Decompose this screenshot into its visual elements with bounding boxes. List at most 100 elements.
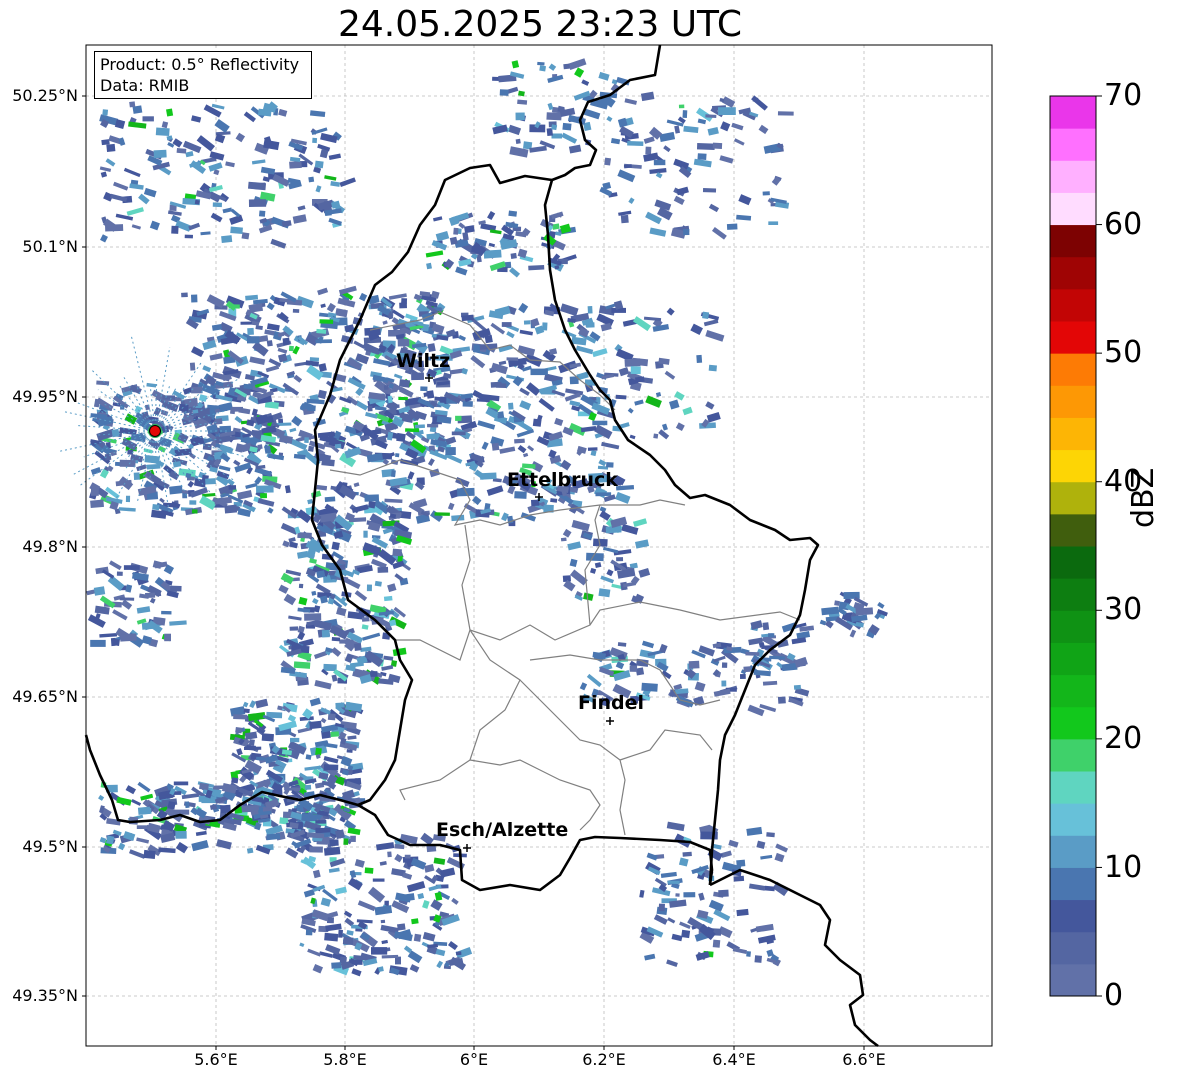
echo-pixel <box>305 754 312 760</box>
colorbar-bin <box>1050 835 1096 868</box>
echo-pixel <box>392 548 402 557</box>
city-label-wiltz: Wiltz <box>396 350 451 372</box>
echo-pixel <box>395 453 400 458</box>
lat-label: 49.35°N <box>12 986 78 1005</box>
echo-pixel <box>390 469 396 478</box>
colorbar <box>1049 95 1102 997</box>
echo-pixel <box>700 831 718 840</box>
echo-pixel <box>768 221 779 225</box>
echo-pixel <box>681 929 691 939</box>
echo-pixel <box>675 893 680 897</box>
echo-pixel <box>427 423 439 428</box>
echo-pixel <box>282 337 290 346</box>
echo-pixel <box>414 424 425 429</box>
echo-pixel <box>528 264 545 271</box>
colorbar-bin <box>1050 224 1096 258</box>
echo-pixel <box>304 784 312 790</box>
echo-pixel <box>123 565 140 570</box>
colorbar-bin <box>1050 385 1096 418</box>
echo-pixel <box>331 962 342 969</box>
echo-pixel <box>181 292 188 298</box>
echo-pixel <box>316 328 327 334</box>
echo-pixel <box>309 720 322 730</box>
echo-pixel <box>515 138 521 144</box>
echo-pixel <box>199 782 209 791</box>
echo-pixel <box>91 488 99 496</box>
echo-pixel <box>307 445 315 452</box>
echo-pixel <box>420 386 428 392</box>
echo-pixel <box>324 932 339 942</box>
echo-pixel <box>233 714 248 720</box>
echo-pixel <box>110 637 116 647</box>
colorbar-bin <box>1050 738 1096 772</box>
echo-pixel <box>292 308 300 313</box>
echo-pixel <box>721 680 727 687</box>
echo-pixel <box>539 65 547 72</box>
echo-pixel <box>105 835 115 845</box>
echo-pixel <box>678 104 685 109</box>
echo-pixel <box>743 666 751 673</box>
echo-pixel <box>378 966 384 972</box>
echo-pixel <box>380 919 386 924</box>
echo-pixel <box>261 733 274 742</box>
echo-pixel <box>338 929 343 938</box>
echo-pixel <box>178 403 189 412</box>
echo-pixel <box>377 566 389 573</box>
echo-pixel <box>517 99 528 105</box>
echo-pixel <box>653 159 666 166</box>
echo-pixel <box>499 89 509 96</box>
echo-pixel <box>705 114 717 118</box>
echo-pixel <box>615 394 627 400</box>
colorbar-bin <box>1050 288 1096 322</box>
echo-pixel <box>530 368 548 376</box>
colorbar-tick-label: 0 <box>1104 978 1124 1013</box>
echo-pixel <box>231 406 243 412</box>
echo-pixel <box>255 756 266 761</box>
echo-pixel <box>514 438 525 444</box>
echo-pixel <box>793 684 801 690</box>
data-source-text: Data: RMIB <box>100 76 190 95</box>
echo-pixel <box>318 363 327 372</box>
colorbar-bin <box>1050 706 1096 740</box>
echo-pixel <box>221 235 233 243</box>
echo-pixel <box>306 405 316 412</box>
echo-pixel <box>297 532 312 539</box>
echo-pixel <box>323 764 339 771</box>
colorbar-tick-label: 30 <box>1104 592 1143 627</box>
echo-pixel <box>495 383 507 388</box>
echo-pixel <box>309 357 320 362</box>
echo-pixel <box>762 191 770 196</box>
echo-pixel <box>434 396 444 402</box>
echo-pixel <box>515 112 525 121</box>
echo-pixel <box>641 682 658 692</box>
echo-pixel <box>367 501 376 509</box>
echo-pixel <box>142 116 154 122</box>
echo-pixel <box>101 139 110 146</box>
echo-pixel <box>560 537 567 542</box>
city-label-findel: Findel <box>578 692 645 714</box>
echo-pixel <box>330 731 340 737</box>
echo-pixel <box>762 622 770 631</box>
echo-pixel <box>455 415 462 421</box>
echo-pixel <box>241 232 250 240</box>
echo-pixel <box>247 336 260 344</box>
echo-pixel <box>398 379 411 388</box>
echo-pixel <box>354 643 362 651</box>
echo-pixel <box>364 867 374 874</box>
colorbar-bin <box>1050 771 1096 804</box>
echo-pixel <box>726 223 738 230</box>
lat-label: 49.5°N <box>22 837 78 856</box>
echo-pixel <box>508 210 518 217</box>
echo-pixel <box>370 671 378 677</box>
echo-pixel <box>366 584 372 592</box>
echo-pixel <box>162 395 175 400</box>
city-label-esch: Esch/Alzette <box>436 819 569 841</box>
echo-pixel <box>383 385 389 390</box>
lat-label: 50.1°N <box>22 237 78 256</box>
echo-pixel <box>426 390 435 399</box>
echo-pixel <box>90 499 104 508</box>
colorbar-bin <box>1050 321 1096 354</box>
echo-pixel <box>133 472 140 480</box>
echo-pixel <box>257 444 263 450</box>
echo-pixel <box>315 820 327 824</box>
